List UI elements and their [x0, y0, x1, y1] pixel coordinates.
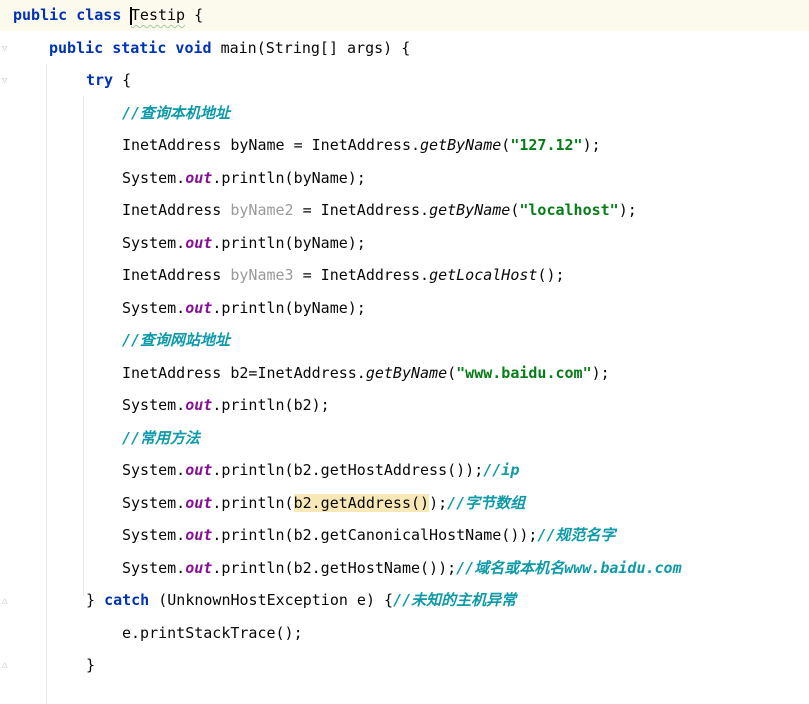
code-token: out [185, 526, 213, 544]
code-token: try [86, 71, 114, 89]
code-token: //查询网站地址 [122, 331, 231, 349]
code-line[interactable]: } [0, 649, 95, 681]
code-token: InetAddress b2=InetAddress. [122, 363, 366, 382]
code-token: //未知的主机异常 [393, 591, 517, 609]
code-line[interactable]: InetAddress byName3 = InetAddress.getLoc… [0, 259, 565, 291]
code-line[interactable]: //查询本机地址 [0, 97, 230, 129]
code-line[interactable]: System.out.println(b2.getAddress());//字节… [0, 487, 525, 519]
code-line[interactable]: //常用方法 [0, 422, 200, 454]
code-token: System. [122, 526, 186, 544]
code-token: catch [104, 591, 150, 609]
code-token: .println(b2.getHostName()); [212, 558, 457, 577]
code-token: System. [122, 233, 186, 252]
code-editor[interactable]: ▽ ▽ △ △ public class Testip {public stat… [0, 0, 809, 704]
code-token: = InetAddress. [293, 266, 430, 284]
code-line[interactable]: } catch (UnknownHostException e) {//未知的主… [0, 584, 516, 616]
code-token: out [185, 396, 213, 414]
code-token: .println(byName); [212, 298, 366, 317]
code-token: InetAddress [122, 266, 231, 284]
code-token: getByName [429, 201, 511, 219]
code-token: ( [447, 363, 457, 382]
code-token: { [185, 6, 204, 24]
code-token: System. [122, 461, 186, 479]
code-token: getByName [365, 363, 448, 382]
code-token: //ip [483, 461, 520, 479]
code-token: getLocalHost [429, 266, 538, 284]
code-token: (UnknownHostException e) { [149, 591, 394, 609]
code-token: out [185, 558, 213, 577]
code-token: out [185, 461, 213, 479]
code-token: System. [122, 396, 186, 414]
code-token: "127.12" [510, 136, 583, 154]
code-token: //常用方法 [122, 428, 201, 447]
code-token: public static void [49, 38, 221, 57]
code-token: .println( [212, 493, 294, 512]
code-token: //字节数组 [447, 493, 526, 512]
code-token: System. [122, 493, 186, 512]
code-token: out [185, 168, 213, 187]
code-line[interactable]: System.out.println(byName); [0, 292, 366, 324]
code-token: .println(b2.getCanonicalHostName()); [212, 526, 538, 544]
code-token: InetAddress [122, 201, 231, 219]
code-token: "localhost" [519, 201, 619, 219]
code-token: = InetAddress. [293, 201, 430, 219]
code-token: byName2 [230, 201, 294, 219]
code-line[interactable]: InetAddress b2=InetAddress.getByName("ww… [0, 357, 610, 389]
code-line[interactable]: System.out.println(b2.getHostAddress());… [0, 454, 519, 486]
code-token: InetAddress byName = InetAddress. [122, 136, 421, 154]
code-token: .println(b2); [212, 396, 330, 414]
code-token: out [185, 233, 213, 252]
code-token: Testip [130, 6, 186, 24]
code-token: (); [537, 266, 565, 284]
code-line[interactable]: InetAddress byName = InetAddress.getByNa… [0, 129, 601, 161]
code-token: main(String[] args) { [220, 38, 411, 57]
code-token: //查询本机地址 [122, 103, 231, 122]
code-token: //规范名字 [537, 526, 616, 544]
code-line[interactable]: InetAddress byName2 = InetAddress.getByN… [0, 194, 637, 226]
code-token: { [113, 71, 132, 89]
code-line[interactable]: public class Testip { [0, 0, 809, 31]
code-token: "www.baidu.com" [456, 363, 592, 382]
code-token: .println(byName); [212, 233, 366, 252]
code-line[interactable]: System.out.println(b2.getHostName());//域… [0, 552, 682, 584]
code-line[interactable]: System.out.println(byName); [0, 162, 366, 194]
code-token: e.printStackTrace(); [122, 623, 303, 642]
code-token: byName3 [230, 266, 294, 284]
code-token: ); [429, 493, 448, 512]
code-token: out [185, 298, 213, 317]
code-token: getByName [420, 136, 502, 154]
code-token: b2.getAddress() [293, 493, 430, 512]
code-line[interactable]: public static void main(String[] args) { [0, 32, 410, 64]
code-line[interactable]: try { [0, 64, 131, 96]
code-token: System. [122, 558, 186, 577]
code-token: .println(b2.getHostAddress()); [212, 461, 484, 479]
code-token: } [86, 656, 96, 674]
code-line[interactable]: e.printStackTrace(); [0, 617, 303, 649]
code-line[interactable]: //查询网站地址 [0, 324, 230, 356]
code-line[interactable]: System.out.println(byName); [0, 227, 366, 259]
code-token: .println(byName); [212, 168, 366, 187]
code-line[interactable]: System.out.println(b2); [0, 389, 330, 421]
code-token: ); [618, 201, 637, 219]
code-token: out [185, 493, 213, 512]
code-token: ); [591, 363, 610, 382]
code-token: } [86, 591, 105, 609]
code-token: ( [501, 136, 511, 154]
code-token: ); [582, 136, 601, 154]
code-line[interactable]: System.out.println(b2.getCanonicalHostNa… [0, 519, 615, 551]
code-token: System. [122, 298, 186, 317]
code-token: public class [13, 6, 131, 24]
code-token: //域名或本机名www.baidu.com [456, 558, 682, 577]
code-token: System. [122, 168, 186, 187]
